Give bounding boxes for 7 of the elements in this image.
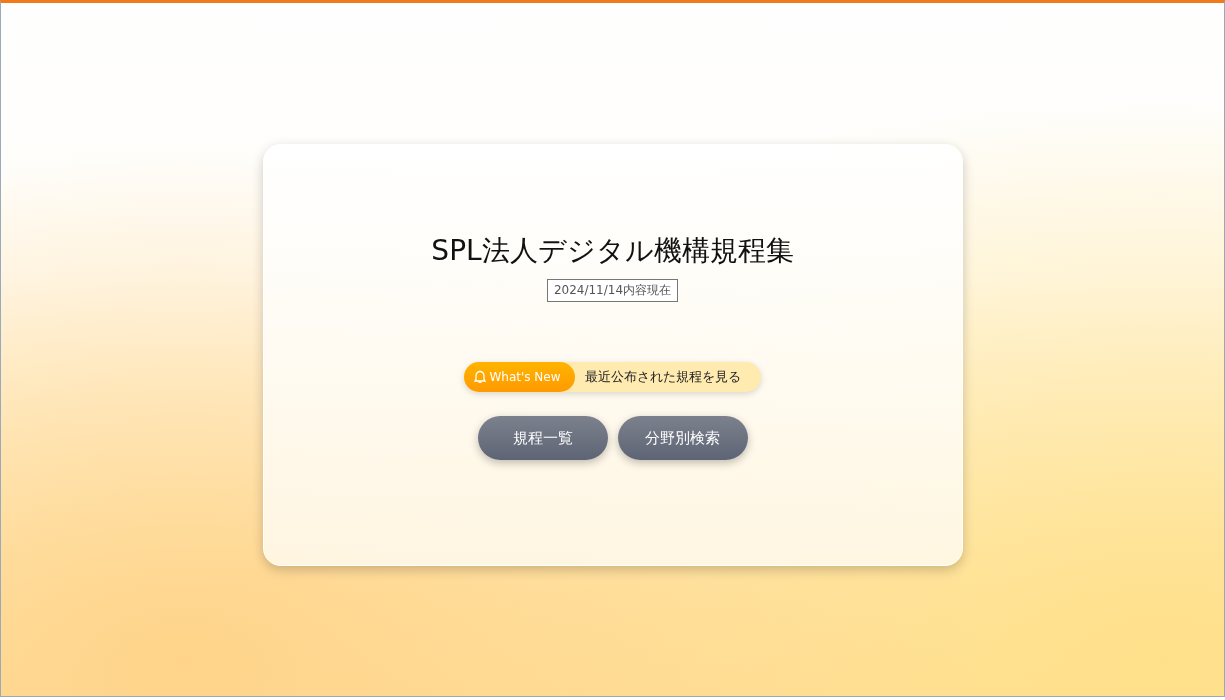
nav-button[interactable]: 分野別検索 <box>617 416 748 460</box>
date-badge: 2024/11/14内容現在 <box>546 279 679 302</box>
bell-icon <box>474 370 487 384</box>
nav-button[interactable]: 規程一覧 <box>477 416 608 460</box>
whats-new-link[interactable]: What's New 最近公布された規程を見る <box>464 362 761 392</box>
page-title: SPL法人デジタル機構規程集 <box>431 233 794 269</box>
whats-new-tag: What's New <box>464 362 575 392</box>
